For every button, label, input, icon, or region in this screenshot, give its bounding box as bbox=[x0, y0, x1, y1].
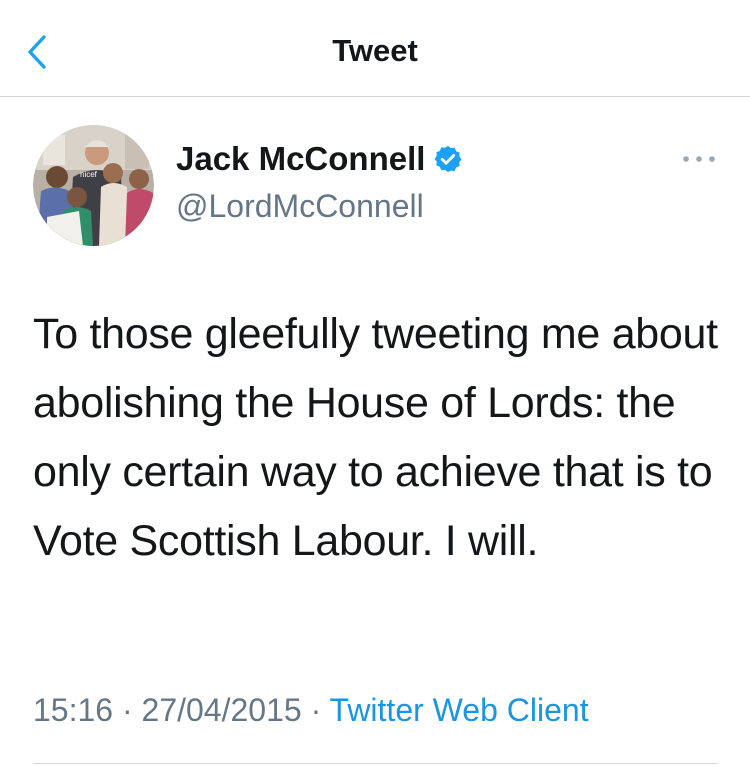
more-horizontal-icon bbox=[683, 156, 715, 162]
avatar-photo: nicef bbox=[33, 125, 154, 246]
more-options-button[interactable] bbox=[680, 148, 718, 170]
tweet-metadata: 15:16 · 27/04/2015 · Twitter Web Client bbox=[33, 692, 589, 729]
page-title: Tweet bbox=[332, 33, 418, 68]
tweet-time: 15:16 bbox=[33, 692, 114, 728]
author-handle[interactable]: @LordMcConnell bbox=[176, 188, 424, 225]
meta-separator-2: · bbox=[310, 692, 322, 728]
tweet-source-link[interactable]: Twitter Web Client bbox=[330, 692, 589, 728]
top-nav-bar: Tweet bbox=[0, 0, 750, 97]
tweet-text: To those gleefully tweeting me about abo… bbox=[33, 310, 718, 565]
verified-badge-icon bbox=[433, 144, 463, 174]
avatar[interactable]: nicef bbox=[33, 125, 154, 246]
meta-separator: · bbox=[121, 692, 133, 728]
author-name-row[interactable]: Jack McConnell bbox=[176, 140, 463, 178]
avatar-shirt-text: nicef bbox=[80, 170, 98, 179]
author-name: Jack McConnell bbox=[176, 140, 426, 177]
divider bbox=[33, 763, 717, 764]
tweet-date: 27/04/2015 bbox=[141, 692, 302, 728]
